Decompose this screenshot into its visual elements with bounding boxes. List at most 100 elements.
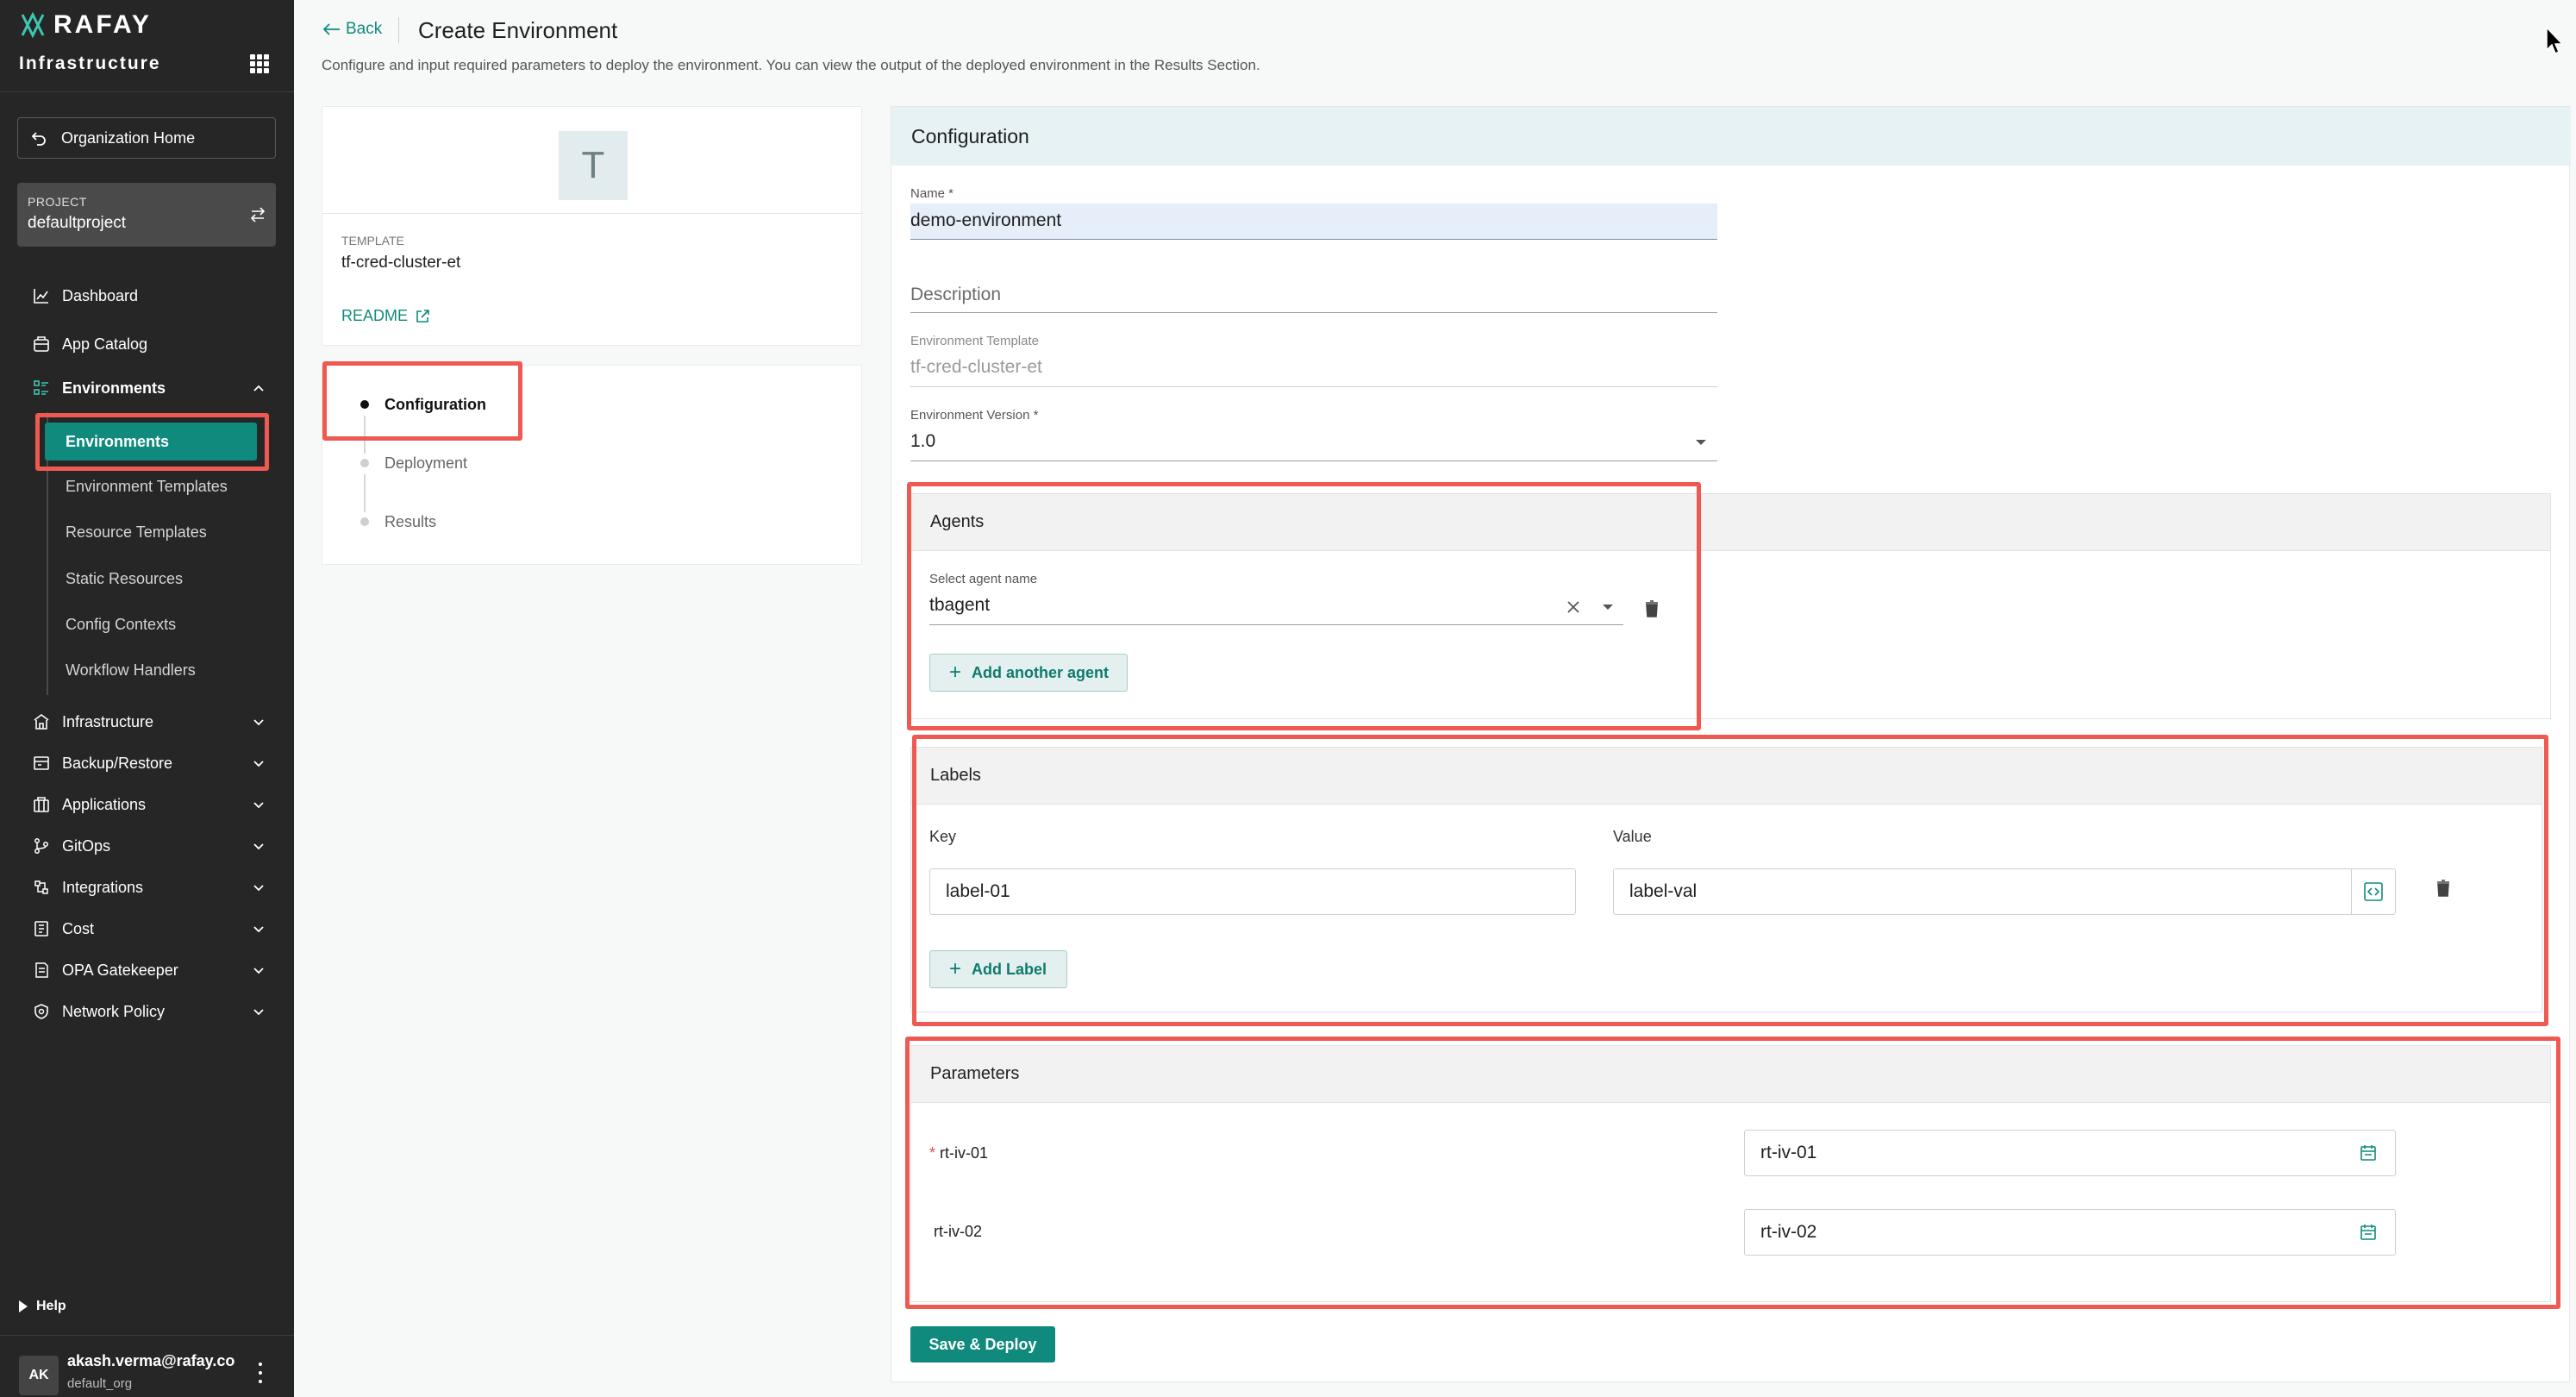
divider (0, 1335, 294, 1336)
chevron-down-icon[interactable] (252, 798, 266, 811)
sidebar-item-environments[interactable]: Environments (33, 376, 166, 400)
arrow-left-icon (323, 23, 340, 35)
back-link[interactable]: Back (323, 20, 382, 39)
highlight-box (322, 361, 522, 441)
swap-icon[interactable] (248, 205, 267, 224)
step-results[interactable]: Results (385, 513, 436, 531)
sidebar-item-label: Applications (62, 795, 147, 813)
step-deployment[interactable]: Deployment (385, 454, 467, 473)
highlight-box (905, 1037, 2560, 1309)
help-toggle[interactable]: Help (19, 1299, 66, 1314)
environment-template-label: Environment Template (910, 334, 1039, 348)
sidebar-subitem-resource-templates[interactable]: Resource Templates (66, 523, 207, 542)
environment-version-underline (910, 460, 1717, 461)
integrations-icon (34, 880, 48, 894)
highlight-box (912, 735, 2548, 1026)
sidebar-subitem-config-contexts[interactable]: Config Contexts (66, 616, 176, 634)
save-deploy-button[interactable]: Save & Deploy (910, 1326, 1055, 1363)
caret-right-icon (19, 1300, 28, 1312)
name-input[interactable]: demo-environment (910, 204, 1717, 240)
caret-down-icon[interactable] (1695, 438, 1707, 447)
cost-icon (34, 921, 48, 937)
chevron-down-icon[interactable] (252, 839, 266, 853)
template-avatar: T (559, 131, 628, 200)
organization-home-label: Organization Home (61, 128, 196, 147)
readme-link[interactable]: README (341, 307, 430, 325)
sidebar-item-applications[interactable]: Applications (33, 792, 146, 817)
step-dot (360, 459, 369, 467)
external-link-icon (416, 309, 429, 323)
template-name: tf-cred-cluster-et (341, 254, 461, 272)
back-label: Back (346, 20, 383, 38)
chevron-down-icon[interactable] (252, 1005, 266, 1018)
user-email: akash.verma@rafay.co (67, 1352, 235, 1369)
sidebar-item-label: Dashboard (62, 286, 139, 304)
sidebar-item-cost[interactable]: Cost (33, 917, 94, 941)
sidebar-subitem-static-resources[interactable]: Static Resources (66, 570, 183, 588)
brand-logo[interactable]: RAFAY (19, 10, 152, 40)
sidebar-item-network-policy[interactable]: Network Policy (33, 999, 165, 1024)
sidebar-item-label: Integrations (62, 878, 144, 896)
sidebar-item-label: GitOps (62, 836, 111, 855)
sidebar-item-label: Infrastructure (62, 712, 154, 730)
opa-icon (35, 962, 48, 978)
sidebar-subitem-environment-templates[interactable]: Environment Templates (66, 478, 228, 496)
organization-home-button[interactable]: Organization Home (17, 117, 276, 159)
sidebar-item-integrations[interactable]: Integrations (33, 875, 143, 899)
template-card: T TEMPLATE tf-cred-cluster-et README (322, 106, 863, 346)
brand-name: RAFAY (53, 10, 152, 39)
back-arrow-icon (31, 132, 46, 146)
sidebar-item-label: Cost (62, 919, 95, 937)
applications-icon (34, 797, 49, 812)
chevron-up-icon[interactable] (252, 381, 266, 395)
environment-version-select[interactable]: 1.0 (910, 431, 935, 452)
project-selector[interactable]: PROJECT defaultproject (17, 183, 276, 247)
description-underline (910, 312, 1717, 313)
sidebar-item-label: Environments (62, 379, 166, 397)
chevron-down-icon[interactable] (252, 880, 266, 894)
app-grid-icon[interactable] (250, 54, 269, 73)
sidebar-subitem-workflow-handlers[interactable]: Workflow Handlers (66, 661, 196, 680)
project-name: defaultproject (28, 214, 127, 232)
infrastructure-icon (34, 714, 49, 730)
chevron-down-icon[interactable] (252, 715, 266, 729)
avatar[interactable]: AK (19, 1356, 59, 1395)
sidebar-item-app-catalog[interactable]: App Catalog (33, 332, 147, 356)
sidebar-item-opa-gatekeeper[interactable]: OPA Gatekeeper (33, 958, 178, 982)
sidebar-item-label: App Catalog (62, 335, 148, 353)
step-dot (360, 517, 369, 526)
sidebar-item-label: Backup/Restore (62, 754, 173, 772)
environment-version-label: Environment Version * (910, 408, 1039, 423)
name-value: demo-environment (910, 210, 1062, 230)
page-description: Configure and input required parameters … (322, 57, 1260, 73)
backup-icon (34, 756, 49, 770)
mouse-cursor-icon (2546, 26, 2564, 55)
highlight-box (35, 413, 269, 471)
environments-icon (34, 380, 48, 395)
sidebar: RAFAY Infrastructure Organization Home P… (0, 0, 294, 1397)
user-org: default_org (67, 1376, 133, 1391)
divider (398, 17, 399, 43)
description-input[interactable]: Description (910, 285, 1001, 305)
readme-label: README (341, 307, 409, 324)
divider (322, 213, 863, 214)
chevron-down-icon[interactable] (252, 756, 266, 770)
kebab-menu-icon[interactable] (257, 1363, 264, 1383)
network-policy-icon (34, 1004, 48, 1019)
chevron-down-icon[interactable] (252, 922, 266, 936)
step-connector (364, 474, 366, 512)
project-kicker: PROJECT (28, 195, 87, 209)
help-label: Help (36, 1299, 66, 1313)
configuration-heading: Configuration (891, 107, 2571, 166)
rafay-logo-icon (21, 11, 45, 39)
catalog-icon (34, 336, 49, 352)
chart-icon (34, 289, 48, 304)
template-kicker: TEMPLATE (341, 234, 404, 247)
sidebar-item-gitops[interactable]: GitOps (33, 834, 110, 858)
sidebar-item-backup-restore[interactable]: Backup/Restore (33, 751, 172, 775)
highlight-box (907, 482, 1701, 730)
sidebar-item-dashboard[interactable]: Dashboard (33, 284, 138, 308)
sidebar-item-label: Network Policy (62, 1002, 166, 1020)
chevron-down-icon[interactable] (252, 963, 266, 977)
sidebar-item-infrastructure[interactable]: Infrastructure (33, 710, 153, 734)
